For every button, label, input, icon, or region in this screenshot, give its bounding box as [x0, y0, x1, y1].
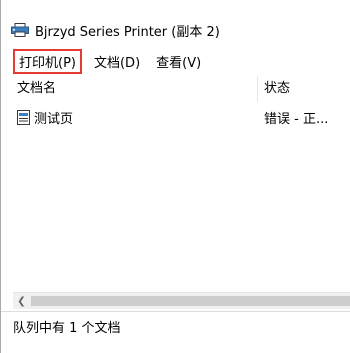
printer-queue-window: Bjrzyd Series Printer (副本 2) 打印机(P) 文档(D… [0, 0, 350, 353]
horizontal-scrollbar[interactable]: ❮ [13, 292, 350, 309]
status-bar: 队列中有 1 个文档 [1, 311, 350, 341]
list-item[interactable]: 测试页 错误 - 正... [13, 106, 350, 128]
column-header-status[interactable]: 状态 [258, 76, 350, 102]
list-header: 文档名 状态 [13, 76, 350, 102]
menu-view[interactable]: 查看(V) [152, 50, 205, 73]
window-title: Bjrzyd Series Printer (副本 2) [35, 24, 220, 40]
column-header-document-name[interactable]: 文档名 [13, 76, 258, 102]
queue-count-text: 队列中有 1 个文档 [13, 321, 121, 336]
document-icon [17, 109, 30, 125]
scrollbar-thumb[interactable] [31, 296, 350, 306]
printer-icon [11, 23, 29, 37]
menu-printer[interactable]: 打印机(P) [13, 48, 82, 74]
menu-document[interactable]: 文档(D) [90, 50, 144, 73]
document-name: 测试页 [34, 111, 74, 127]
menu-bar: 打印机(P) 文档(D) 查看(V) [13, 48, 213, 74]
scroll-left-arrow-icon[interactable]: ❮ [13, 293, 30, 309]
document-status: 错误 - 正... [264, 111, 329, 127]
document-name-cell: 测试页 [13, 108, 258, 127]
title-bar: Bjrzyd Series Printer (副本 2) [11, 20, 220, 40]
